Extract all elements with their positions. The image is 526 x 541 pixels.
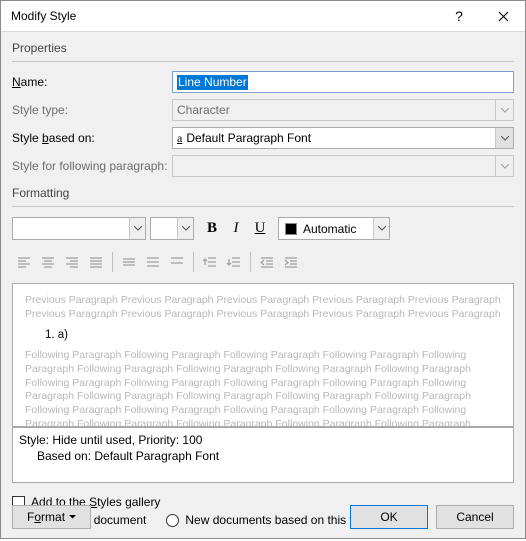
chevron-down-icon[interactable] [129,218,145,239]
space-before-inc-button [198,250,222,273]
font-family-combo[interactable] [12,217,146,240]
following-combo [172,155,514,177]
properties-header: Properties [12,41,514,55]
italic-button[interactable]: I [224,217,248,240]
preview-previous: Previous Paragraph Previous Paragraph Pr… [25,294,501,322]
following-label: Style for following paragraph: [12,159,172,173]
font-size-combo[interactable] [150,217,194,240]
chevron-down-icon [69,515,76,519]
style-description: Style: Hide until used, Priority: 100 Ba… [12,427,514,483]
preview-pane: Previous Paragraph Previous Paragraph Pr… [12,283,514,427]
titlebar: Modify Style ? [1,1,525,32]
separator [112,252,113,272]
cancel-button[interactable]: Cancel [436,505,514,529]
indent-decrease-button [255,250,279,273]
separator [250,252,251,272]
chevron-down-icon [495,156,513,176]
linespacing-15-button [141,250,165,273]
basedon-combo[interactable]: a Default Paragraph Font [172,127,514,149]
indent-increase-button [279,250,303,273]
style-desc-line2: Based on: Default Paragraph Font [19,448,507,464]
preview-sample: 1. a) [45,328,501,343]
bold-button[interactable]: B [200,217,224,240]
align-center-button [36,250,60,273]
name-input-selection: Line Number [177,75,248,90]
underline-a-icon: a [177,131,182,146]
align-left-button [12,250,36,273]
align-right-button [60,250,84,273]
format-button[interactable]: Format [12,505,91,529]
basedon-label: Style based on: [12,131,172,145]
formatting-header: Formatting [12,186,514,200]
chevron-down-icon[interactable] [495,128,513,148]
space-before-dec-button [222,250,246,273]
align-justify-button [84,250,108,273]
font-color-combo[interactable]: Automatic [278,217,390,240]
style-desc-line1: Style: Hide until used, Priority: 100 [19,432,507,448]
close-button[interactable] [481,1,525,31]
linespacing-2-button [165,250,189,273]
chevron-down-icon[interactable] [177,218,193,239]
styletype-label: Style type: [12,103,172,117]
styletype-combo: Character [172,99,514,121]
separator [193,252,194,272]
chevron-down-icon[interactable] [373,218,389,239]
ok-button[interactable]: OK [350,505,428,529]
divider [12,61,514,62]
name-label: Name: [12,75,172,89]
linespacing-1-button [117,250,141,273]
chevron-down-icon [495,100,513,120]
preview-following: Following Paragraph Following Paragraph … [25,349,501,427]
help-button[interactable]: ? [437,1,481,31]
underline-button[interactable]: U [248,217,272,240]
divider [12,206,514,207]
dialog-title: Modify Style [11,9,437,23]
color-swatch [285,223,297,235]
